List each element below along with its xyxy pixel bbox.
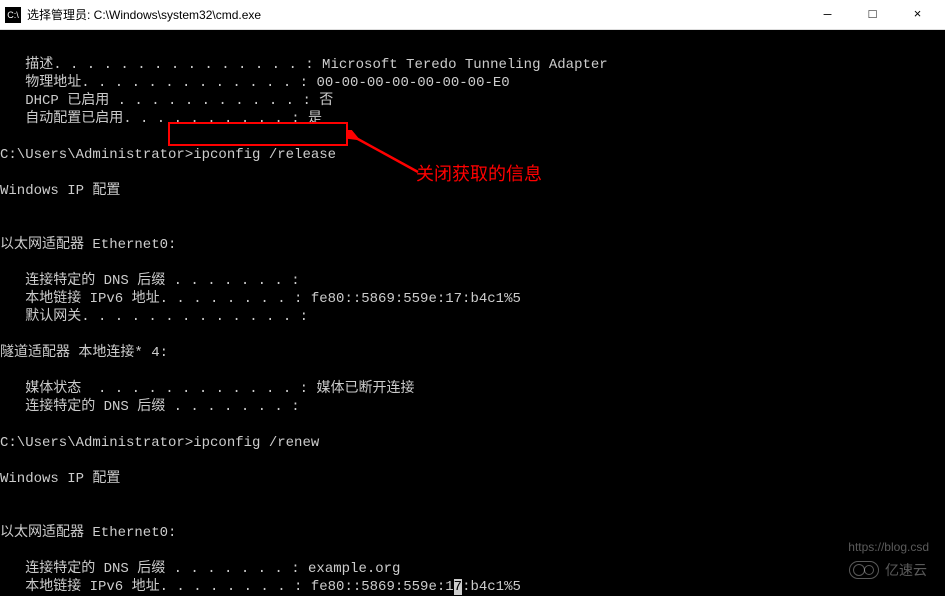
output-line: DHCP 已启用 . . . . . . . . . . . : 否: [0, 93, 333, 109]
output-line: 本地链接 IPv6 地址. . . . . . . . : fe80::5869…: [0, 579, 521, 595]
output-line: 自动配置已启用. . . . . . . . . . : 是: [0, 111, 322, 127]
prompt-line: C:\Users\Administrator>ipconfig /renew: [0, 435, 319, 451]
output-line: 连接特定的 DNS 后缀 . . . . . . . : example.org: [0, 561, 400, 577]
output-line: 物理地址. . . . . . . . . . . . . : 00-00-00…: [0, 75, 510, 91]
output-line: 默认网关. . . . . . . . . . . . . :: [0, 309, 308, 325]
output-line: 隧道适配器 本地连接* 4:: [0, 345, 168, 361]
output-line: 本地链接 IPv6 地址. . . . . . . . : fe80::5869…: [0, 291, 521, 307]
output-line: Windows IP 配置: [0, 471, 120, 487]
close-button[interactable]: ×: [895, 1, 940, 29]
maximize-button[interactable]: □: [850, 1, 895, 29]
prompt-line: C:\Users\Administrator>ipconfig /release: [0, 147, 336, 163]
window-title: 选择管理员: C:\Windows\system32\cmd.exe: [27, 6, 805, 23]
cmd-icon: C:\: [5, 7, 21, 23]
output-line: 描述. . . . . . . . . . . . . . . : Micros…: [0, 57, 608, 73]
output-line: 连接特定的 DNS 后缀 . . . . . . . :: [0, 273, 300, 289]
window-controls: — □ ×: [805, 1, 940, 29]
output-line: 连接特定的 DNS 后缀 . . . . . . . :: [0, 399, 300, 415]
terminal-output[interactable]: 描述. . . . . . . . . . . . . . . : Micros…: [0, 30, 945, 586]
output-line: 媒体状态 . . . . . . . . . . . . : 媒体已断开连接: [0, 381, 414, 397]
minimize-button[interactable]: —: [805, 1, 850, 29]
output-line: Windows IP 配置: [0, 183, 120, 199]
output-line: 以太网适配器 Ethernet0:: [0, 237, 176, 253]
window-titlebar: C:\ 选择管理员: C:\Windows\system32\cmd.exe —…: [0, 0, 945, 30]
output-line: 以太网适配器 Ethernet0:: [0, 525, 176, 541]
text-cursor: 7: [454, 579, 462, 595]
